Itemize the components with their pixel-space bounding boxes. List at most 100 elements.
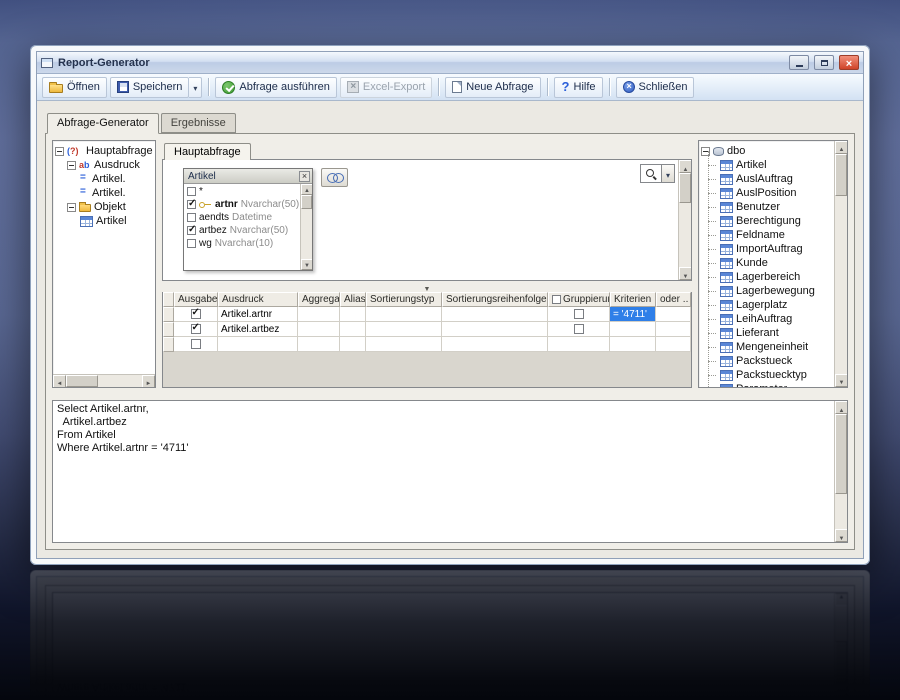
table-card-artikel[interactable]: Artikel * xyxy=(183,168,313,271)
splitter-collapse-button[interactable] xyxy=(162,281,692,292)
db-table-item[interactable]: Lieferant xyxy=(701,319,833,340)
designer-vertical-scrollbar[interactable] xyxy=(678,160,691,280)
db-table-item[interactable]: Lagerbewegung xyxy=(701,277,833,298)
scroll-track[interactable] xyxy=(835,154,847,374)
excel-export-button[interactable]: Excel-Export xyxy=(339,76,433,98)
scroll-right-button[interactable] xyxy=(142,375,155,387)
gruppierung-checkbox[interactable] xyxy=(573,324,584,334)
scroll-track[interactable] xyxy=(301,195,312,259)
sortierungstyp-cell[interactable] xyxy=(366,337,442,352)
field-checkbox[interactable] xyxy=(187,198,196,209)
designer-canvas[interactable]: Artikel * xyxy=(162,159,692,281)
field-checkbox[interactable] xyxy=(187,224,196,235)
db-table-item[interactable]: Packstuecktyp xyxy=(701,361,833,382)
kriterien-cell[interactable] xyxy=(610,322,656,337)
alias-cell[interactable] xyxy=(340,322,366,337)
expand-toggle[interactable] xyxy=(55,146,64,156)
row-selector[interactable] xyxy=(163,322,174,337)
sortierungsreihenfolge-cell[interactable] xyxy=(442,307,548,322)
db-table-item[interactable]: LeihAuftrag xyxy=(701,305,833,326)
scroll-track[interactable] xyxy=(66,375,142,387)
maximize-button[interactable] xyxy=(814,55,834,70)
alias-cell[interactable] xyxy=(340,307,366,322)
tree-item-hauptabfrage[interactable]: Hauptabfrage xyxy=(55,144,154,158)
titlebar[interactable]: Report-Generator xyxy=(37,52,863,74)
db-table-item[interactable]: Lagerplatz xyxy=(701,291,833,312)
db-table-item[interactable]: Kunde xyxy=(701,249,833,270)
open-button[interactable]: Öffnen xyxy=(42,76,107,98)
sortierungsreihenfolge-cell[interactable] xyxy=(442,322,548,337)
field-checkbox[interactable] xyxy=(187,213,196,222)
field-row-star[interactable]: * xyxy=(184,185,299,198)
ausgabe-checkbox[interactable] xyxy=(190,339,201,349)
sortierungsreihenfolge-cell[interactable] xyxy=(442,337,548,352)
join-link-button[interactable] xyxy=(321,168,348,187)
db-table-item[interactable]: Feldname xyxy=(701,221,833,242)
scroll-left-button[interactable] xyxy=(53,375,66,387)
expand-toggle[interactable] xyxy=(67,202,76,212)
tab-hauptabfrage[interactable]: Hauptabfrage xyxy=(164,143,251,160)
ausgabe-checkbox[interactable] xyxy=(190,307,201,319)
gruppierung-cell[interactable] xyxy=(548,337,610,352)
database-tree-scrollbar[interactable] xyxy=(834,141,847,387)
field-row-artbez[interactable]: artbez Nvarchar(50) xyxy=(184,224,299,237)
scroll-up-button[interactable] xyxy=(301,184,312,195)
table-card-header[interactable]: Artikel xyxy=(184,169,312,184)
scroll-thumb[interactable] xyxy=(66,375,98,387)
scroll-thumb[interactable] xyxy=(301,195,312,209)
scroll-track[interactable] xyxy=(835,414,847,529)
db-table-item[interactable]: Benutzer xyxy=(701,193,833,214)
ausgabe-cell[interactable] xyxy=(174,307,218,322)
oder-cell[interactable] xyxy=(656,307,691,322)
db-table-item[interactable]: Berechtigung xyxy=(701,207,833,228)
ausgabe-cell[interactable] xyxy=(174,337,218,352)
field-checkbox[interactable] xyxy=(187,187,196,196)
table-card-close-button[interactable] xyxy=(299,170,310,182)
card-scrollbar[interactable] xyxy=(300,184,312,270)
run-query-button[interactable]: Abfrage ausführen xyxy=(215,76,337,98)
scroll-thumb[interactable] xyxy=(679,173,691,203)
horizontal-scrollbar[interactable] xyxy=(53,374,155,387)
scroll-up-button[interactable] xyxy=(679,160,691,173)
row-selector[interactable] xyxy=(163,307,174,322)
scroll-down-button[interactable] xyxy=(679,267,691,280)
scroll-down-button[interactable] xyxy=(301,259,312,270)
tree-item-artikel-artbez[interactable]: Artikel. xyxy=(55,186,154,200)
sql-scrollbar[interactable] xyxy=(834,401,847,542)
scroll-track[interactable] xyxy=(679,173,691,267)
ausdruck-cell[interactable] xyxy=(218,337,298,352)
kriterien-cell[interactable] xyxy=(610,337,656,352)
row-selector[interactable] xyxy=(163,337,174,352)
tree-item-artikel-artnr[interactable]: Artikel. xyxy=(55,172,154,186)
gruppierung-header-checkbox[interactable] xyxy=(552,295,561,304)
ausdruck-cell[interactable]: Artikel.artnr xyxy=(218,307,298,322)
scroll-up-button[interactable] xyxy=(835,401,847,414)
oder-cell[interactable] xyxy=(656,337,691,352)
field-row-artnr[interactable]: artnr Nvarchar(50) xyxy=(184,198,299,211)
ausgabe-cell[interactable] xyxy=(174,322,218,337)
zoom-button[interactable] xyxy=(640,164,662,183)
gruppierung-cell[interactable] xyxy=(548,307,610,322)
tree-item-dbo[interactable]: dbo xyxy=(701,144,833,158)
help-button[interactable]: Hilfe xyxy=(553,76,603,98)
save-button[interactable]: Speichern xyxy=(109,76,190,98)
db-table-item[interactable]: Artikel xyxy=(701,151,833,172)
oder-cell[interactable] xyxy=(656,322,691,337)
field-row-wg[interactable]: wg Nvarchar(10) xyxy=(184,237,299,250)
kriterien-cell[interactable]: = '4711' xyxy=(610,307,656,322)
scroll-down-button[interactable] xyxy=(835,529,847,542)
close-button[interactable] xyxy=(839,55,859,70)
scroll-thumb[interactable] xyxy=(835,414,847,494)
db-table-item[interactable]: Lagerbereich xyxy=(701,263,833,284)
expand-toggle[interactable] xyxy=(67,160,76,170)
field-checkbox[interactable] xyxy=(187,239,196,248)
scroll-up-button[interactable] xyxy=(835,141,847,154)
new-query-button[interactable]: Neue Abfrage xyxy=(445,76,541,98)
tab-abfrage-generator[interactable]: Abfrage-Generator xyxy=(47,113,159,134)
ausgabe-checkbox[interactable] xyxy=(190,322,201,334)
tree-item-objekt[interactable]: Objekt xyxy=(55,200,154,214)
minimize-button[interactable] xyxy=(789,55,809,70)
close-app-button[interactable]: Schließen xyxy=(615,76,695,98)
db-table-item[interactable]: Mengeneinheit xyxy=(701,333,833,354)
tree-item-objekt-artikel[interactable]: Artikel xyxy=(55,214,154,228)
